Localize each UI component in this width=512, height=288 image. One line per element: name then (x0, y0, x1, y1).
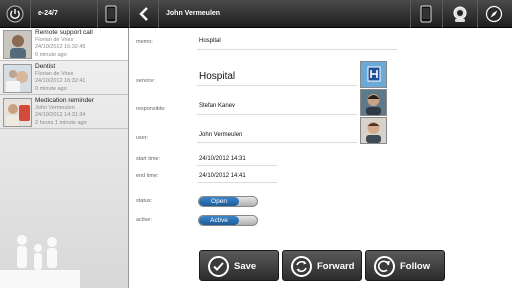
power-icon (6, 5, 24, 23)
service-underline (197, 85, 357, 86)
sidebar: Remote support call Florian de Vries 24/… (0, 28, 129, 288)
back-button[interactable] (134, 0, 154, 28)
webcam-icon (453, 6, 467, 22)
status-toggle-value: Open (199, 197, 239, 206)
person-icon (3, 30, 32, 59)
save-button[interactable]: Save (199, 250, 279, 281)
hospital-sign-icon (360, 61, 387, 88)
list-item[interactable]: Dentist Florian de Vries 24/10/2012 16:3… (0, 62, 128, 95)
top-bar: e-24/7 John Vermeulen (0, 0, 512, 28)
tablet-view-button[interactable] (414, 0, 438, 28)
divider (158, 0, 159, 28)
checkmark-icon (208, 256, 229, 277)
responsible-value[interactable]: Stefan Kanev (199, 103, 235, 109)
divider (30, 0, 31, 28)
active-toggle-value: Active (199, 216, 239, 225)
tablet-icon (420, 5, 432, 23)
compass-icon (485, 5, 503, 23)
webcam-button[interactable] (447, 0, 473, 28)
save-button-label: Save (234, 261, 257, 272)
service-label: service: (136, 78, 155, 84)
forward-button[interactable]: Forward (282, 250, 362, 281)
user-avatar (360, 117, 387, 144)
responsible-label: responsible: (136, 106, 166, 112)
detail-panel: memo: Hospital service: Hospital respons… (130, 28, 512, 288)
status-label: status: (136, 198, 153, 204)
end-time-underline (197, 182, 277, 183)
divider (442, 0, 443, 28)
divider (129, 0, 130, 28)
tablet-button[interactable] (100, 0, 122, 28)
responsible-avatar (360, 89, 387, 116)
user-underline (197, 142, 357, 143)
dentist-icon (3, 64, 32, 93)
list-item-ago: 2 hours 1 minute ago (35, 120, 87, 126)
list-item-title: Remote support call (35, 29, 93, 36)
list-item-title: Dentist (35, 63, 56, 70)
start-time-label: start time: (136, 156, 161, 162)
family-silhouette-decoration (0, 235, 80, 288)
compass-button[interactable] (482, 0, 506, 28)
memo-label: memo: (136, 39, 153, 45)
user-label: user: (136, 135, 149, 141)
list-item[interactable]: Remote support call Florian de Vries 24/… (0, 28, 128, 61)
service-value[interactable]: Hospital (199, 71, 235, 82)
forward-button-label: Forward (317, 261, 355, 272)
list-item-person: Florian de Vries (35, 37, 74, 43)
forward-arrows-icon (291, 256, 312, 277)
list-item-title: Medication reminder (35, 97, 94, 104)
list-item-person: John Vermeulen (35, 105, 75, 111)
follow-button[interactable]: Follow (365, 250, 445, 281)
app-title: e-24/7 (38, 10, 58, 17)
list-item-datetime: 24/10/2012 14:31:34 (35, 112, 86, 118)
memo-value[interactable]: Hospital (199, 38, 221, 44)
list-item-person: Florian de Vries (35, 71, 74, 77)
power-button[interactable] (4, 0, 26, 28)
medication-icon (3, 98, 32, 127)
memo-underline (197, 49, 397, 50)
divider (477, 0, 478, 28)
divider (97, 0, 98, 28)
end-time-value[interactable]: 24/10/2012 14:41 (199, 173, 246, 179)
divider (410, 0, 411, 28)
tablet-icon (105, 5, 117, 23)
status-toggle[interactable]: Open (198, 196, 258, 207)
list-item[interactable]: Medication reminder John Vermeulen 24/10… (0, 96, 128, 129)
follow-button-label: Follow (400, 261, 431, 272)
start-time-value[interactable]: 24/10/2012 14:31 (199, 156, 246, 162)
page-title: John Vermeulen (166, 10, 221, 17)
list-item-ago: 0 minute ago (35, 52, 67, 58)
list-item-datetime: 24/10/2012 16:32:45 (35, 44, 86, 50)
list-item-datetime: 24/10/2012 16:32:41 (35, 78, 86, 84)
end-time-label: end time: (136, 173, 159, 179)
list-item-ago: 0 minute ago (35, 86, 67, 92)
start-time-underline (197, 165, 277, 166)
back-chevron-icon (139, 7, 148, 21)
follow-arrow-icon (374, 256, 395, 277)
user-value[interactable]: John Vermeulen (199, 132, 242, 138)
active-toggle[interactable]: Active (198, 215, 258, 226)
responsible-underline (197, 114, 357, 115)
active-label: active: (136, 217, 152, 223)
